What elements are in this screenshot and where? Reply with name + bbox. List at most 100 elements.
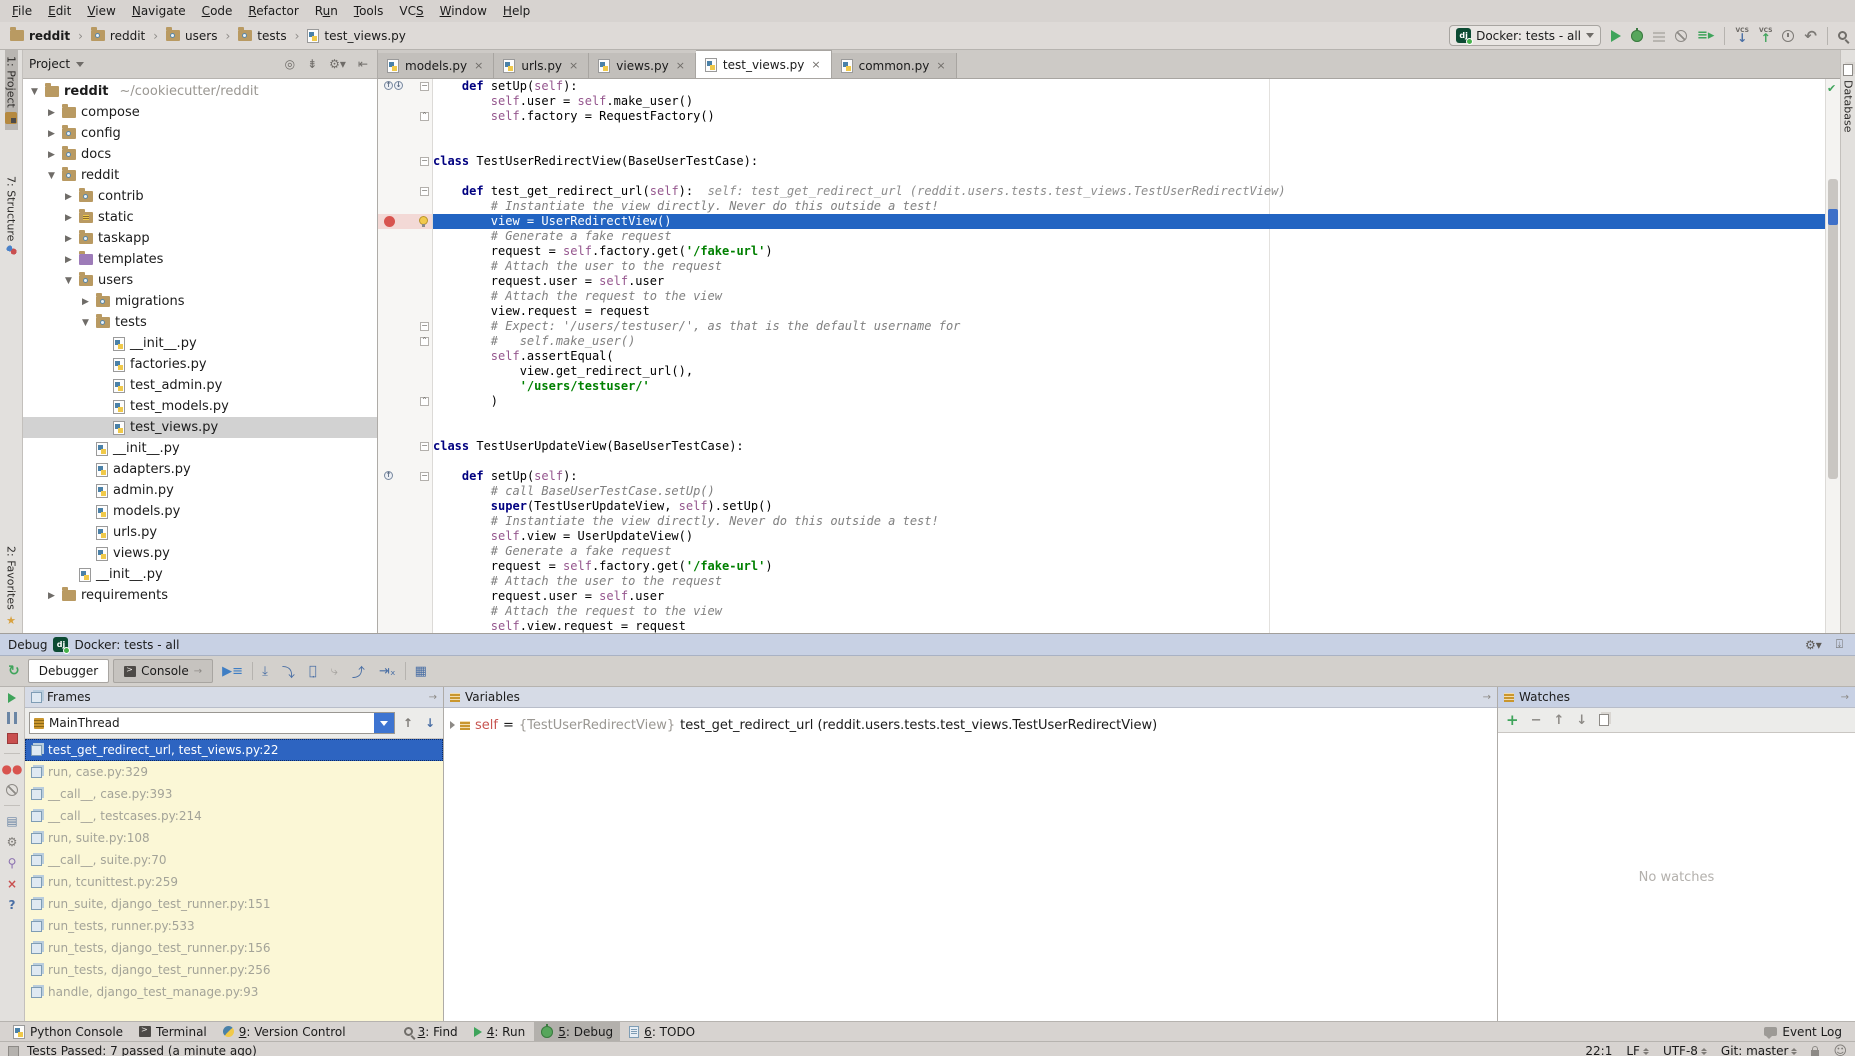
chevron-right-icon[interactable]: ▶ bbox=[63, 192, 74, 202]
search-everywhere-button[interactable] bbox=[1838, 31, 1847, 40]
breadcrumb-item[interactable]: reddit bbox=[8, 28, 72, 44]
tree-item--init-py[interactable]: __init__.py bbox=[23, 438, 377, 459]
thread-select[interactable]: MainThread bbox=[29, 712, 395, 734]
caret-position[interactable]: 22:1 bbox=[1585, 1044, 1612, 1056]
frame-row[interactable]: run, tcunittest.py:259 bbox=[25, 871, 443, 893]
frame-row[interactable]: __call__, case.py:393 bbox=[25, 783, 443, 805]
tree-item-users[interactable]: ▼users bbox=[23, 270, 377, 291]
editor-tab-views-py[interactable]: views.py× bbox=[589, 53, 696, 78]
chevron-right-icon[interactable]: ▶ bbox=[46, 129, 57, 139]
show-execution-point-icon[interactable]: ▶≡ bbox=[217, 664, 248, 679]
encoding-select[interactable]: UTF-8 bbox=[1663, 1044, 1707, 1056]
menu-item-edit[interactable]: Edit bbox=[40, 1, 79, 21]
tab-console[interactable]: Console → bbox=[113, 659, 213, 683]
pin-icon[interactable]: ⚲ bbox=[8, 857, 17, 869]
step-into-icon[interactable]: ⤵ bbox=[277, 662, 300, 681]
gear-icon[interactable]: ⚙▾ bbox=[1801, 638, 1826, 652]
editor[interactable]: ↑↓−⌃−−−⌃⌃−↑− def setUp(self): self.user … bbox=[378, 79, 1840, 633]
editor-tab-test_views-py[interactable]: test_views.py× bbox=[696, 50, 832, 78]
tree-item-admin-py[interactable]: admin.py bbox=[23, 480, 377, 501]
tree-item--init-py[interactable]: __init__.py bbox=[23, 333, 377, 354]
toolwindow-button-6-todo[interactable]: 6: TODO bbox=[622, 1022, 702, 1041]
frame-row[interactable]: run, suite.py:108 bbox=[25, 827, 443, 849]
event-log-button[interactable]: Event Log bbox=[1757, 1022, 1849, 1041]
chevron-down-icon[interactable]: ▼ bbox=[46, 171, 57, 181]
close-icon[interactable]: × bbox=[935, 59, 946, 72]
local-history-button[interactable] bbox=[1782, 30, 1794, 42]
override-marker[interactable]: ↑↓ bbox=[384, 81, 403, 90]
lock-icon[interactable] bbox=[1811, 1050, 1819, 1056]
breadcrumb-item[interactable]: tests bbox=[236, 28, 288, 44]
run-manage-task-icon[interactable]: ≡▸ bbox=[1697, 28, 1714, 43]
hide-panel-icon[interactable]: ⍗ bbox=[1832, 637, 1847, 652]
tree-item-docs[interactable]: ▶docs bbox=[23, 144, 377, 165]
chevron-right-icon[interactable]: ▶ bbox=[63, 234, 74, 244]
menu-item-tools[interactable]: Tools bbox=[346, 1, 392, 21]
run-to-cursor-icon[interactable]: ⇥ₓ bbox=[374, 664, 401, 679]
menu-item-view[interactable]: View bbox=[79, 1, 123, 21]
frame-row[interactable]: run_tests, django_test_runner.py:156 bbox=[25, 937, 443, 959]
line-ending-select[interactable]: LF bbox=[1626, 1044, 1649, 1056]
frame-row[interactable]: run_suite, django_test_runner.py:151 bbox=[25, 893, 443, 915]
view-breakpoints-icon[interactable]: ●● bbox=[2, 763, 23, 775]
fold-end-icon[interactable]: ⌃ bbox=[420, 337, 429, 346]
rerun-icon[interactable]: ↻ bbox=[4, 663, 24, 679]
chevron-down-icon[interactable]: ▼ bbox=[80, 318, 91, 328]
menu-item-file[interactable]: File bbox=[4, 1, 40, 21]
editor-tab-common-py[interactable]: common.py× bbox=[832, 53, 957, 78]
fold-collapse-icon[interactable]: − bbox=[420, 187, 429, 196]
toolwindow-tab-structure[interactable]: 7: Structure bbox=[5, 170, 18, 262]
tree-item-contrib[interactable]: ▶contrib bbox=[23, 186, 377, 207]
frame-row[interactable]: run_tests, runner.py:533 bbox=[25, 915, 443, 937]
collapse-all-icon[interactable]: ⇤ bbox=[355, 57, 371, 71]
menu-item-vcs[interactable]: VCS bbox=[391, 1, 431, 21]
toolwindow-button-terminal[interactable]: Terminal bbox=[132, 1022, 214, 1041]
chevron-right-icon[interactable]: ▶ bbox=[63, 213, 74, 223]
editor-gutter[interactable]: ↑↓−⌃−−−⌃⌃−↑− bbox=[378, 79, 433, 633]
intention-bulb-icon[interactable] bbox=[419, 216, 428, 225]
step-into-my-code-icon[interactable]: ⤵̣ bbox=[304, 664, 322, 679]
mute-breakpoints-icon[interactable] bbox=[6, 784, 18, 796]
menu-item-navigate[interactable]: Navigate bbox=[124, 1, 194, 21]
pause-icon[interactable] bbox=[7, 712, 17, 724]
close-icon[interactable]: × bbox=[473, 59, 484, 72]
variable-row-self[interactable]: self = {TestUserRedirectView} test_get_r… bbox=[444, 714, 1497, 736]
toolwindow-button-9-version-control[interactable]: 9: Version Control bbox=[216, 1022, 353, 1041]
project-view-select[interactable]: Project bbox=[29, 57, 276, 71]
overriding-method-icon[interactable]: ↑ bbox=[384, 471, 393, 480]
inspections-ok-icon[interactable]: ✔ bbox=[1827, 82, 1836, 95]
run-configuration-select[interactable]: dj Docker: tests - all bbox=[1449, 25, 1601, 46]
breadcrumb-item[interactable]: users bbox=[164, 28, 219, 44]
tree-item-factories-py[interactable]: factories.py bbox=[23, 354, 377, 375]
overriding-method-icon[interactable]: ↑ bbox=[384, 81, 393, 90]
fold-collapse-icon[interactable]: − bbox=[420, 442, 429, 451]
frame-row[interactable]: run_tests, django_test_runner.py:256 bbox=[25, 959, 443, 981]
tree-item-tests[interactable]: ▼tests bbox=[23, 312, 377, 333]
scroll-to-source-icon[interactable]: ⇟ bbox=[304, 57, 320, 71]
breadcrumb-item[interactable]: test_views.py bbox=[305, 28, 407, 44]
editor-tab-models-py[interactable]: models.py× bbox=[378, 53, 494, 78]
expand-icon[interactable] bbox=[450, 721, 455, 729]
toolwindow-tab-project[interactable]: 1: Project bbox=[5, 50, 18, 130]
step-over-icon[interactable]: ⤓ bbox=[257, 664, 273, 679]
editor-scrollbar[interactable]: ✔ bbox=[1825, 79, 1840, 633]
fold-end-icon[interactable]: ⌃ bbox=[420, 112, 429, 121]
vcs-commit-icon[interactable]: VCS↑ bbox=[1759, 28, 1772, 43]
duplicate-watch-icon[interactable] bbox=[1599, 714, 1609, 726]
combo-dropdown-button[interactable] bbox=[374, 713, 394, 733]
run-button[interactable] bbox=[1611, 30, 1621, 42]
tree-item-compose[interactable]: ▶compose bbox=[23, 102, 377, 123]
stop-icon[interactable] bbox=[7, 733, 18, 744]
force-step-into-icon[interactable]: ⤷ bbox=[326, 664, 343, 679]
chevron-down-icon[interactable]: ▼ bbox=[63, 276, 74, 286]
move-up-icon[interactable]: ↑ bbox=[1553, 713, 1564, 728]
fold-collapse-icon[interactable]: − bbox=[420, 157, 429, 166]
add-watch-icon[interactable]: + bbox=[1506, 711, 1519, 729]
tree-item-templates[interactable]: ▶templates bbox=[23, 249, 377, 270]
close-icon[interactable]: × bbox=[675, 59, 686, 72]
help-icon[interactable]: ? bbox=[9, 899, 16, 911]
vcs-update-icon[interactable]: VCS↓ bbox=[1735, 28, 1748, 43]
rollback-icon[interactable]: ↶ bbox=[1804, 27, 1817, 45]
frame-row[interactable]: __call__, testcases.py:214 bbox=[25, 805, 443, 827]
fold-collapse-icon[interactable]: − bbox=[420, 82, 429, 91]
